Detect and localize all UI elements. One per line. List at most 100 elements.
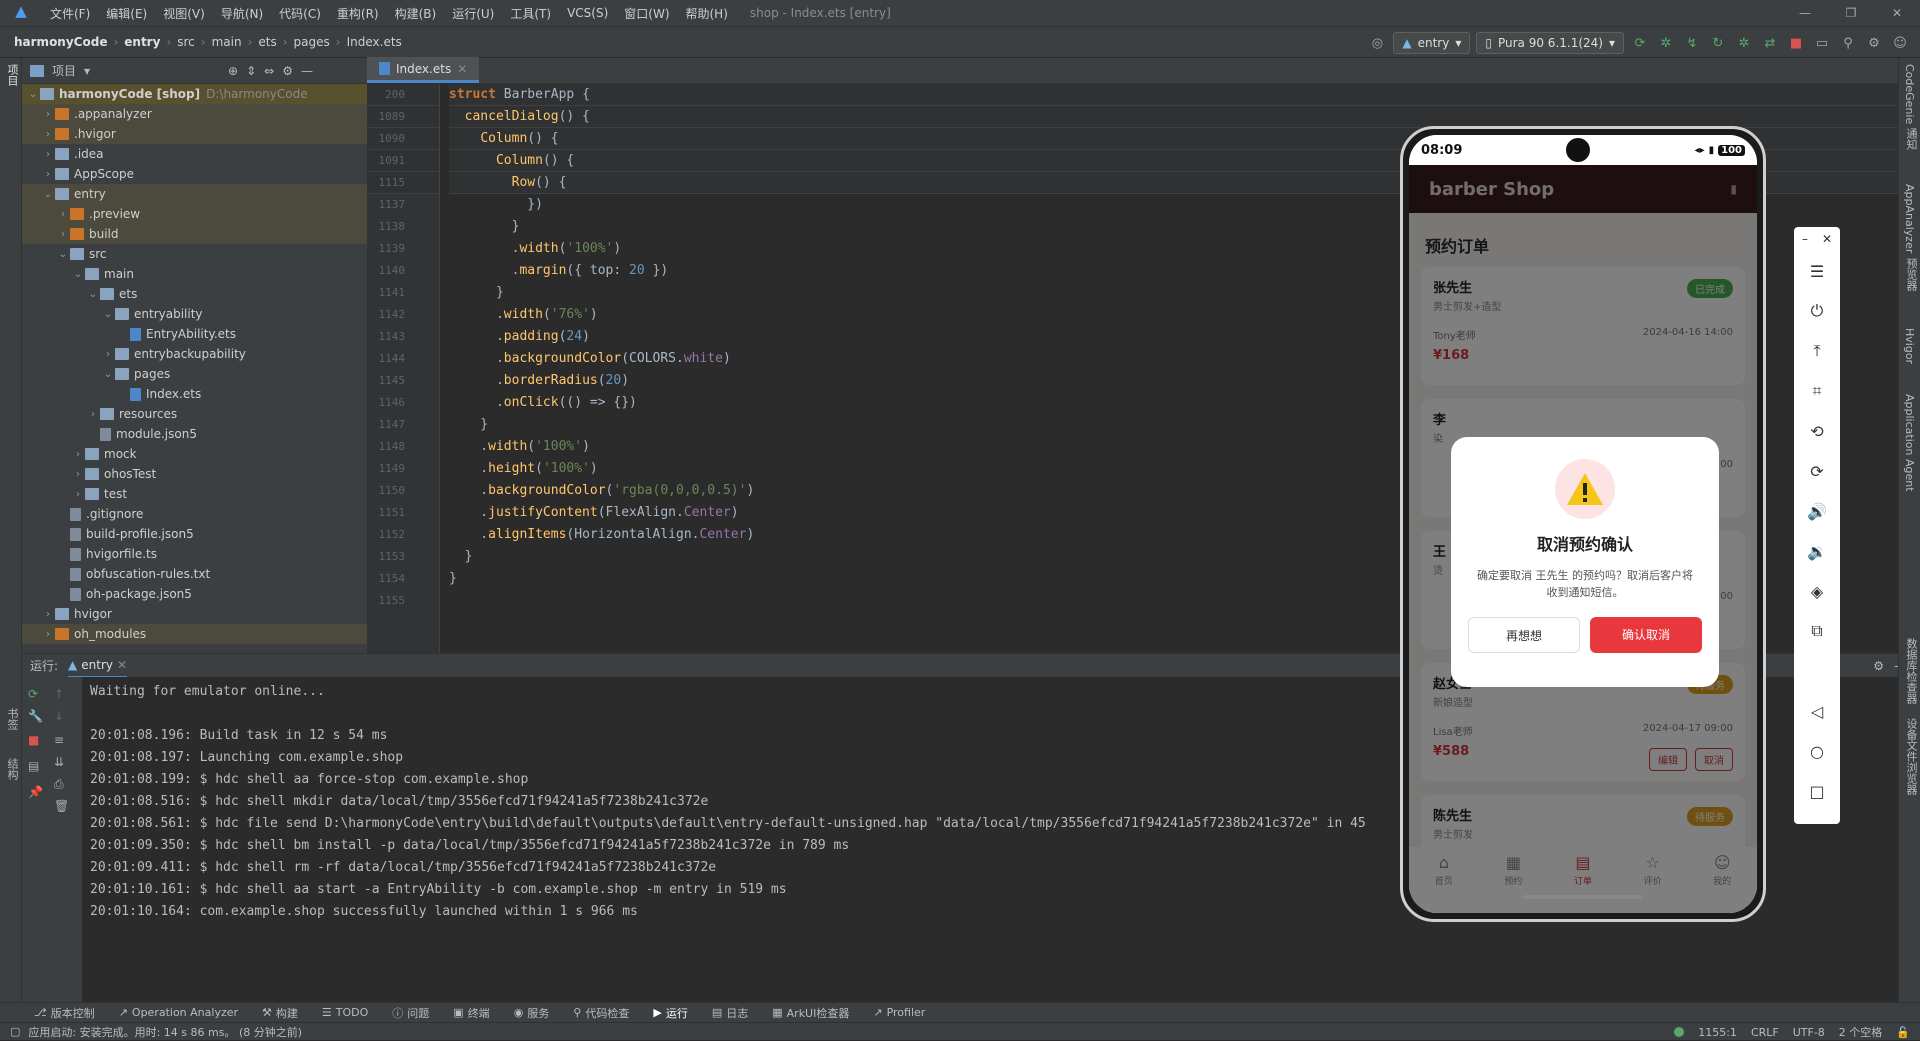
home-indicator[interactable] — [1523, 895, 1643, 899]
recent-apps-icon[interactable]: □ — [1794, 771, 1840, 811]
menu-item[interactable]: 代码(C) — [271, 5, 329, 22]
attach-debugger-icon[interactable]: ↯ — [1682, 33, 1702, 53]
tool-tab-hammer[interactable]: ⚒ 构建 — [262, 1005, 298, 1021]
tree-item[interactable]: › mock — [22, 444, 367, 464]
tree-item[interactable]: Index.ets — [22, 384, 367, 404]
run-config-select[interactable]: ▲ entry ▾ — [1393, 32, 1471, 54]
menu-item[interactable]: 窗口(W) — [616, 5, 677, 22]
structure-tool-tab[interactable]: 结构 — [4, 758, 20, 780]
chevron-down-icon[interactable]: ▾ — [84, 64, 90, 78]
hide-panel-icon[interactable]: — — [301, 64, 313, 78]
target-icon[interactable]: ◎ — [1367, 33, 1387, 53]
power-icon[interactable]: ⏻ — [1794, 291, 1840, 331]
account-icon[interactable]: ☺ — [1890, 33, 1910, 53]
status-message[interactable]: 应用启动: 安装完成。用时: 14 s 86 ms。 (8 分钟之前) — [28, 1024, 302, 1040]
menu-item[interactable]: 构建(B) — [387, 5, 445, 22]
gear-icon[interactable]: ⚙ — [1864, 33, 1884, 53]
tree-item[interactable]: obfuscation-rules.txt — [22, 564, 367, 584]
tool-tab-run[interactable]: ▶ 运行 — [653, 1005, 687, 1021]
tool-tab-branch[interactable]: ⎇ 版本控制 — [34, 1005, 95, 1021]
tool-tab-log[interactable]: ▤ 日志 — [712, 1005, 748, 1021]
tree-item[interactable]: build-profile.json5 — [22, 524, 367, 544]
caret-position[interactable]: 1155:1 — [1698, 1026, 1737, 1039]
tree-item[interactable]: oh-package.json5 — [22, 584, 367, 604]
code-line[interactable]: cancelDialog() { — [449, 106, 1920, 128]
tree-item[interactable]: › .preview — [22, 204, 367, 224]
menu-item[interactable]: 工具(T) — [502, 5, 559, 22]
tree-item[interactable]: module.json5 — [22, 424, 367, 444]
tree-item[interactable]: › entrybackupability — [22, 344, 367, 364]
rotate-right-icon[interactable]: ⟳ — [1794, 451, 1840, 491]
chevron-right-icon[interactable]: › — [41, 629, 55, 640]
modal-overlay[interactable]: 取消预约确认 确定要取消 王先生 的预约吗？取消后客户将收到通知短信。 再想想 … — [1409, 165, 1757, 913]
right-tool-tab[interactable]: Application Agent — [1903, 394, 1916, 492]
tree-item[interactable]: › build — [22, 224, 367, 244]
minimize-icon[interactable]: – — [1802, 232, 1808, 246]
confirm-cancel-button[interactable]: 确认取消 — [1590, 617, 1702, 653]
menu-item[interactable]: 视图(V) — [155, 5, 213, 22]
tree-item[interactable]: › .appanalyzer — [22, 104, 367, 124]
tree-item[interactable]: ⌄ harmonyCode [shop] D:\harmonyCode — [22, 84, 367, 104]
chevron-right-icon[interactable]: › — [86, 409, 100, 420]
tree-item[interactable]: › test — [22, 484, 367, 504]
line-separator[interactable]: CRLF — [1751, 1026, 1779, 1039]
tree-item[interactable]: › oh_modules — [22, 624, 367, 644]
trash-icon[interactable]: 🗑 — [54, 799, 69, 813]
collapse-all-icon[interactable]: ⇔ — [264, 64, 274, 78]
breadcrumb-item[interactable]: pages — [290, 35, 334, 49]
rethink-button[interactable]: 再想想 — [1468, 617, 1580, 653]
arrow-up-icon[interactable]: ↑ — [54, 687, 64, 701]
project-panel-title[interactable]: 项目 — [52, 62, 76, 79]
breadcrumb-item[interactable]: main — [208, 35, 246, 49]
chevron-down-icon[interactable]: ⌄ — [26, 89, 40, 100]
run-tab-entry[interactable]: ▲ entry ✕ — [68, 654, 128, 678]
close-icon[interactable]: ✕ — [117, 658, 127, 672]
chevron-down-icon[interactable]: ⌄ — [101, 309, 115, 320]
right-tool-tab[interactable]: AppAnalyzer — [1903, 184, 1916, 253]
arrow-down-icon[interactable]: ↓ — [54, 709, 64, 723]
device-select[interactable]: ▯ Pura 90 6.1.1(24) ▾ — [1476, 32, 1624, 54]
rotate-icon[interactable]: ⟲ — [1794, 411, 1840, 451]
tree-item[interactable]: › ohosTest — [22, 464, 367, 484]
volume-up-icon[interactable]: 🔊 — [1794, 491, 1840, 531]
chevron-right-icon[interactable]: › — [101, 349, 115, 360]
chevron-down-icon[interactable]: ⌄ — [41, 189, 55, 200]
print-icon[interactable]: ⎙ — [54, 777, 64, 792]
tree-item[interactable]: ⌄ ets — [22, 284, 367, 304]
right-tool-tab[interactable]: Hvigor — [1903, 328, 1916, 364]
chevron-right-icon[interactable]: › — [41, 129, 55, 140]
chevron-right-icon[interactable]: › — [56, 229, 70, 240]
code-line[interactable]: struct BarberApp { — [449, 84, 1920, 106]
gear-icon[interactable]: ⚙ — [282, 64, 293, 78]
pin-top-icon[interactable]: ⤒ — [1794, 331, 1840, 371]
menu-icon[interactable]: ☰ — [1794, 251, 1840, 291]
expand-all-icon[interactable]: ⇕ — [246, 64, 256, 78]
menu-item[interactable]: 导航(N) — [213, 5, 271, 22]
right-tool-tab[interactable]: 设备文件浏览器 — [1903, 718, 1919, 795]
close-icon[interactable]: ✕ — [1822, 232, 1832, 246]
chevron-right-icon[interactable]: › — [56, 209, 70, 220]
tree-item[interactable]: .gitignore — [22, 504, 367, 524]
tool-tab-list[interactable]: ☰ TODO — [322, 1006, 368, 1019]
chevron-right-icon[interactable]: › — [41, 109, 55, 120]
right-tool-tab[interactable]: 数据库检查器 — [1903, 638, 1919, 704]
apply-changes-icon[interactable]: ↻ — [1708, 33, 1728, 53]
tool-tab-services[interactable]: ◉ 服务 — [514, 1005, 550, 1021]
breadcrumb-item[interactable]: Index.ets — [343, 35, 406, 49]
close-icon[interactable]: ✕ — [1874, 0, 1920, 26]
tree-item[interactable]: EntryAbility.ets — [22, 324, 367, 344]
copy-icon[interactable]: ⧉ — [1794, 611, 1840, 651]
tool-tab-profiler[interactable]: ↗ Profiler — [873, 1006, 925, 1019]
breadcrumb-item[interactable]: src — [173, 35, 199, 49]
right-tool-tab[interactable]: 预览器 — [1903, 258, 1919, 291]
tree-item[interactable]: › .idea — [22, 144, 367, 164]
chevron-down-icon[interactable]: ⌄ — [86, 289, 100, 300]
soft-wrap-icon[interactable]: ≡ — [54, 733, 64, 747]
tool-tab-inspect[interactable]: ⚲ 代码检查 — [573, 1005, 629, 1021]
menu-item[interactable]: 帮助(H) — [678, 5, 736, 22]
tool-tab-info[interactable]: ⓘ 问题 — [392, 1005, 429, 1021]
layout-icon[interactable]: ▤ — [28, 759, 39, 773]
chevron-right-icon[interactable]: › — [41, 609, 55, 620]
profile-icon[interactable]: ✲ — [1734, 33, 1754, 53]
tree-item[interactable]: › AppScope — [22, 164, 367, 184]
